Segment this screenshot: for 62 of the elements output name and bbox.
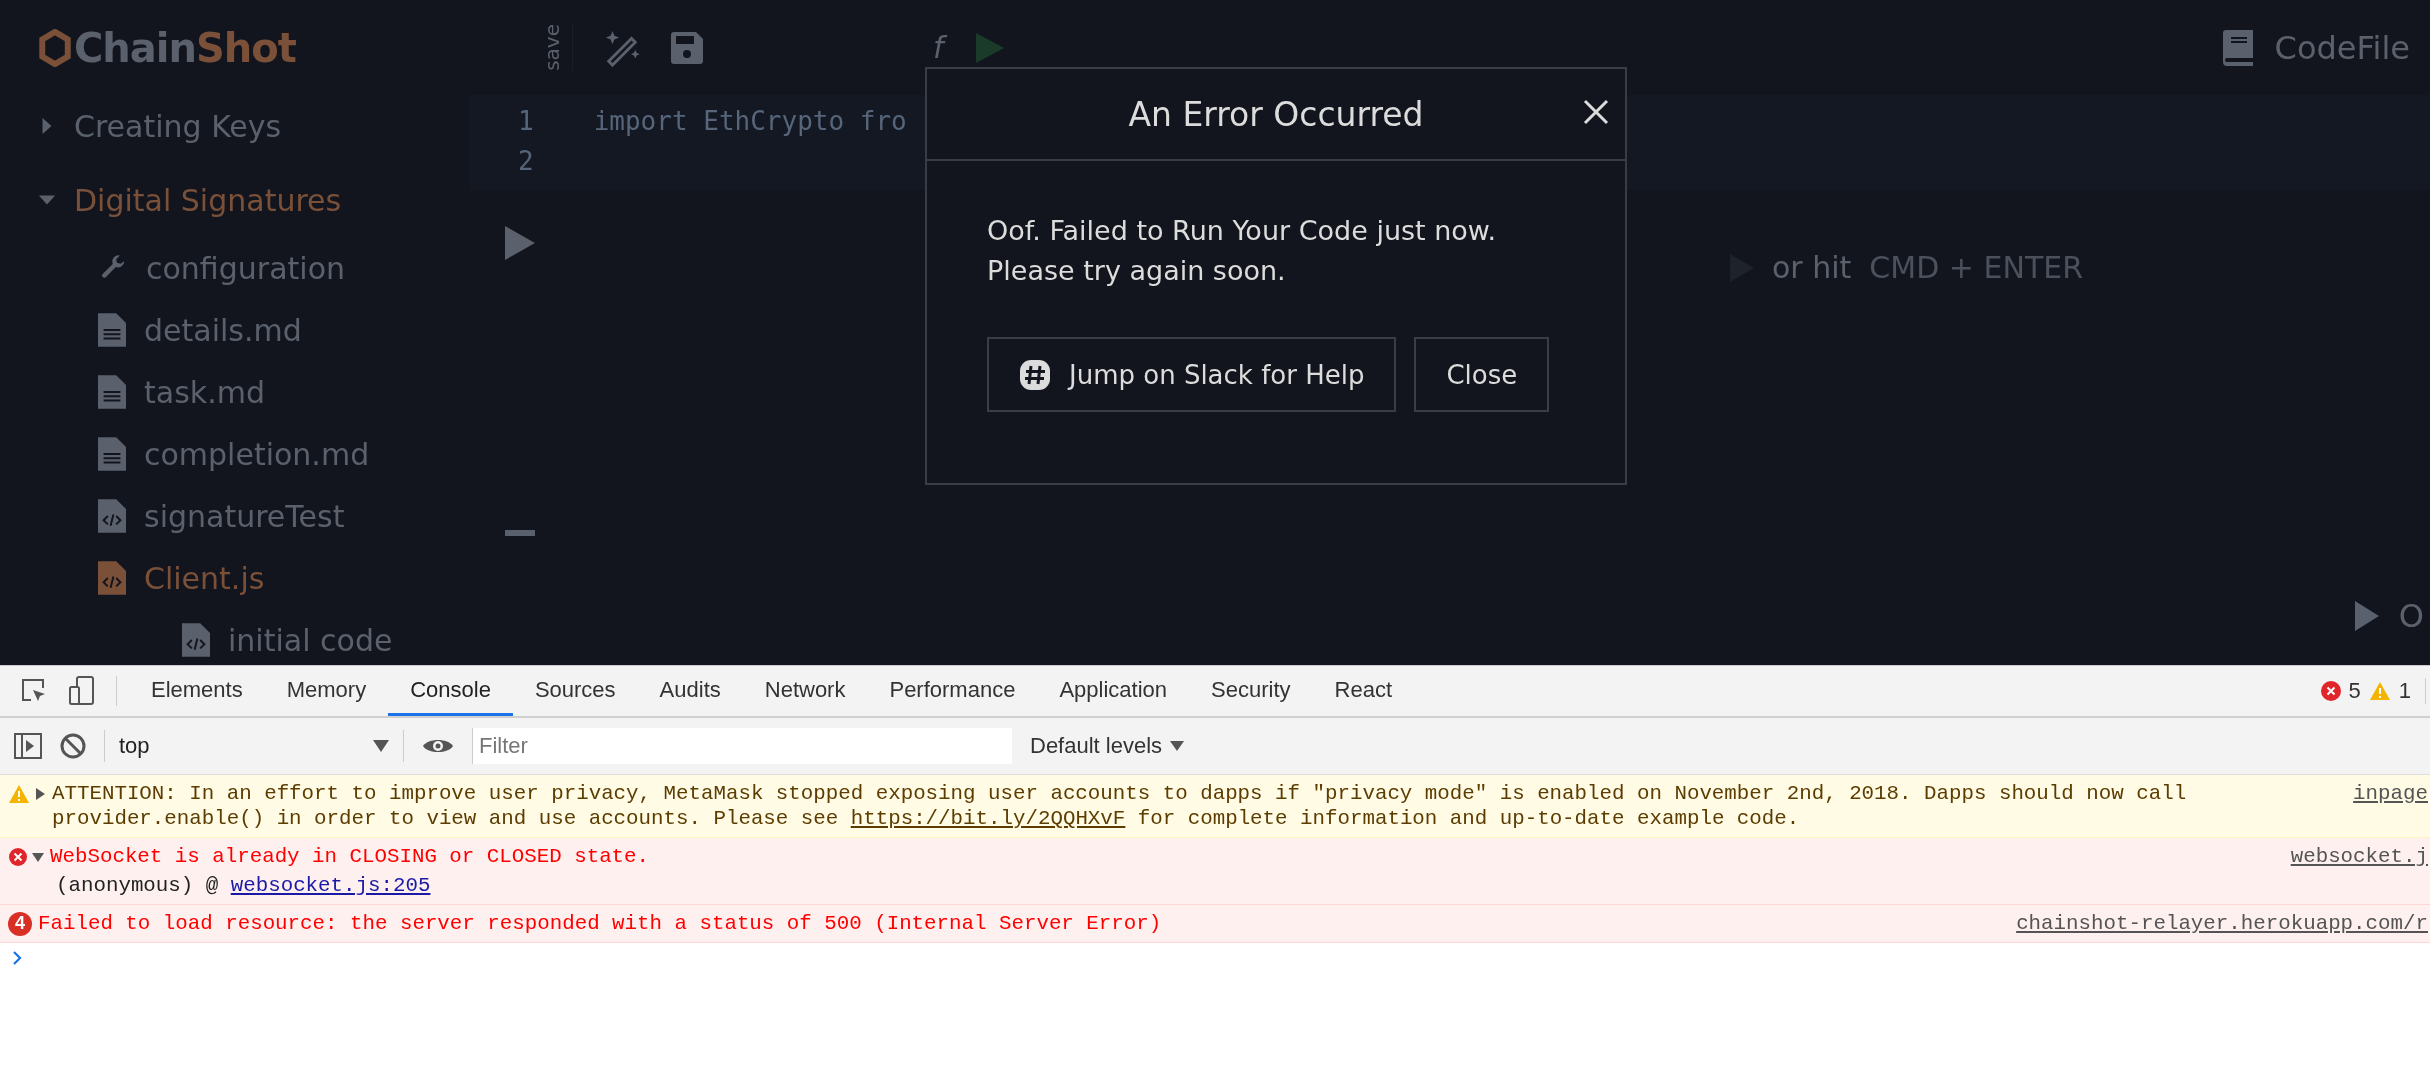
line-number: 1	[518, 105, 534, 138]
close-icon	[1583, 99, 1609, 125]
caret-right-icon[interactable]	[34, 787, 46, 800]
shortcut-text: CMD + ENTER	[1869, 250, 2083, 285]
clear-console-icon[interactable]	[60, 733, 86, 759]
devtools-tab[interactable]: Network	[742, 666, 868, 716]
error-message: WebSocket is already in CLOSING or CLOSED state.	[50, 844, 651, 869]
device-toolbar-icon[interactable]	[68, 676, 96, 706]
play-icon[interactable]	[2354, 601, 2379, 631]
code-file-icon	[182, 623, 210, 657]
magic-wand-icon[interactable]	[603, 28, 641, 67]
hash-icon	[1019, 358, 1051, 391]
source-link[interactable]: chainshot-relayer.herokuapp.com/r	[2016, 911, 2430, 936]
error-message: Oof. Failed to Run Your Code just now.	[987, 214, 1498, 248]
link[interactable]: https://bit.ly/2QQHXvF	[850, 807, 1126, 830]
repeat-count-badge: 4	[8, 911, 32, 936]
dropdown-arrow-icon	[373, 740, 389, 752]
stack-frame-text: (anonymous) @	[56, 874, 219, 897]
document-icon	[98, 437, 126, 471]
hexagon-logo-icon	[38, 28, 72, 67]
warning-icon	[8, 783, 30, 804]
filter-field[interactable]: Filter	[472, 728, 1012, 764]
code-file-icon	[98, 499, 126, 533]
source-link[interactable]: websocket.j	[2290, 844, 2430, 869]
devtools-tab[interactable]: Sources	[512, 666, 638, 716]
devtools-tab[interactable]: Security	[1189, 666, 1313, 716]
slack-help-button[interactable]: Jump on Slack for Help	[987, 337, 1397, 412]
devtools-tab[interactable]: Audits	[637, 666, 743, 716]
document-icon	[98, 375, 126, 409]
logo-text: ChainShot	[74, 24, 296, 71]
source-link[interactable]: websocket.js:205	[230, 874, 431, 897]
error-message: Please try again soon.	[987, 254, 1287, 288]
close-button[interactable]: Close	[1414, 337, 1550, 412]
devtools-tab[interactable]: Performance	[867, 666, 1038, 716]
save-label: save	[540, 24, 573, 71]
error-icon	[2320, 681, 2341, 701]
warning-count: 1	[2398, 678, 2411, 704]
error-icon	[8, 846, 28, 867]
prompt-chevron-icon[interactable]	[12, 951, 22, 965]
code-file-icon	[98, 561, 126, 595]
close-button[interactable]	[1583, 99, 1609, 125]
devtools-tab[interactable]: Application	[1037, 666, 1190, 716]
context-select[interactable]: top	[104, 730, 404, 762]
document-icon	[98, 313, 126, 347]
dropdown-arrow-icon	[1170, 741, 1185, 751]
devtools-tab[interactable]: React	[1312, 666, 1414, 716]
caret-down-icon[interactable]	[32, 850, 44, 863]
warning-message: ATTENTION: In an effort to improve user privacy, MetaMask stopped exposing user accounts to dapps if "privacy mode" is enabled on November 2nd, 2018. Dapps should now call provider.enable() in order to view and use accounts. Please see https://bit.ly/2QQHXvF for complete information and up-to-date example code.	[52, 781, 2188, 831]
line-number: 2	[518, 145, 534, 178]
code-line: import EthCrypto fro	[593, 105, 907, 138]
warning-icon	[2368, 681, 2391, 701]
book-icon	[2222, 29, 2253, 66]
sidebar-toggle-icon[interactable]	[14, 733, 42, 759]
play-icon[interactable]	[505, 226, 535, 260]
source-link[interactable]: inpage	[2353, 781, 2430, 806]
devtools-tab[interactable]: Memory	[264, 666, 389, 716]
error-message: Failed to load resource: the server responded with a status of 500 (Internal Server Error)	[38, 911, 1163, 936]
error-count: 5	[2348, 678, 2361, 704]
hint-text: or hit	[1772, 250, 1852, 285]
dialog-title: An Error Occurred	[1128, 94, 1424, 134]
devtools-tab[interactable]: Elements	[129, 666, 265, 716]
levels-dropdown[interactable]: Default levels	[1030, 733, 1185, 759]
